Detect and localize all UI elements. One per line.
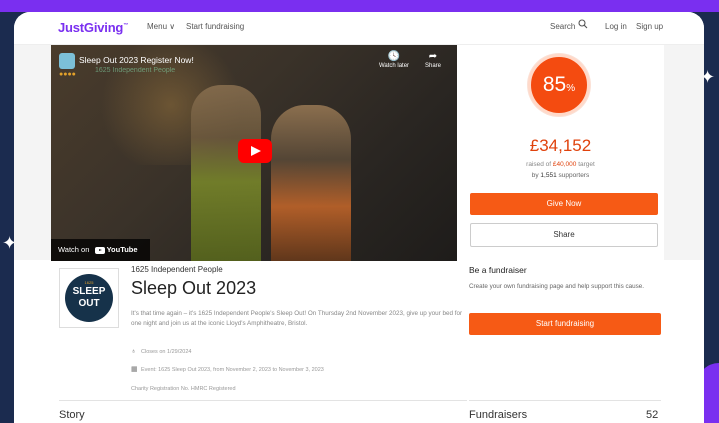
justgiving-logo[interactable]: JustGiving™ <box>58 20 128 35</box>
be-fundraiser-heading: Be a fundraiser <box>469 265 527 275</box>
site-header: JustGiving™ Menu ∨ Start fundraising Sea… <box>14 12 704 45</box>
browser-page: JustGiving™ Menu ∨ Start fundraising Sea… <box>14 12 704 423</box>
charity-name[interactable]: 1625 Independent People <box>131 265 223 274</box>
video-share-button[interactable]: ➦ Share <box>419 51 447 69</box>
calendar-icon: ▦ <box>131 366 138 373</box>
fundraisers-heading: Fundraisers <box>469 409 528 421</box>
watch-later-button[interactable]: 🕓 Watch later <box>374 51 414 69</box>
charity-registration: Charity Registration No. HMRC Registered <box>131 386 236 392</box>
share-button[interactable]: Share <box>470 223 658 247</box>
video-overlay-text: 1625 Independent People <box>95 67 176 74</box>
divider <box>469 400 661 401</box>
video-title[interactable]: Sleep Out 2023 Register Now! <box>79 55 194 65</box>
page-title: Sleep Out 2023 <box>131 278 257 298</box>
fundraisers-count: 52 <box>646 409 659 421</box>
youtube-icon <box>94 246 105 254</box>
supporters-text: by 1,551 supporters <box>531 172 590 179</box>
share-arrow-icon: ➦ <box>428 51 438 62</box>
login-link[interactable]: Log in <box>605 22 627 31</box>
clock-icon: 🕓 <box>387 51 401 62</box>
video-player[interactable]: ●●●● Sleep Out 2023 Register Now! 1625 I… <box>51 45 457 261</box>
closing-date: ♁ Closes on 1/29/2024 <box>131 348 192 355</box>
video-person-2 <box>271 105 351 261</box>
divider <box>59 400 467 401</box>
page-description: It's that time again – it's 1625 Indepen… <box>131 310 463 327</box>
be-fundraiser-text: Create your own fundraising page and hel… <box>469 283 645 290</box>
progress-circle: 85% <box>528 54 590 116</box>
menu-link[interactable]: Menu ∨ <box>147 22 175 31</box>
donation-panel: 85% £34,152 raised of £40,000 target by … <box>457 45 664 261</box>
charity-logo[interactable]: 1625 SLEEP OUT <box>59 268 119 328</box>
watch-on-youtube-button[interactable]: Watch on YouTube <box>51 239 150 261</box>
signup-link[interactable]: Sign up <box>636 22 663 31</box>
event-info: ▦ Event: 1625 Sleep Out 2023, from Novemb… <box>131 366 324 373</box>
video-person-1 <box>191 85 261 261</box>
channel-avatar[interactable] <box>59 53 75 69</box>
search-link[interactable]: Search <box>550 22 575 31</box>
target-text: raised of £40,000 target <box>526 161 595 168</box>
amount-raised: £34,152 <box>529 136 592 155</box>
top-accent-bar <box>0 0 719 12</box>
search-icon[interactable] <box>578 19 588 32</box>
give-now-button[interactable]: Give Now <box>470 193 658 215</box>
play-button[interactable] <box>238 139 272 163</box>
story-heading: Story <box>59 409 85 421</box>
start-fundraising-button[interactable]: Start fundraising <box>469 313 661 335</box>
timer-icon: ♁ <box>131 348 137 355</box>
start-fundraising-link[interactable]: Start fundraising <box>186 22 244 31</box>
